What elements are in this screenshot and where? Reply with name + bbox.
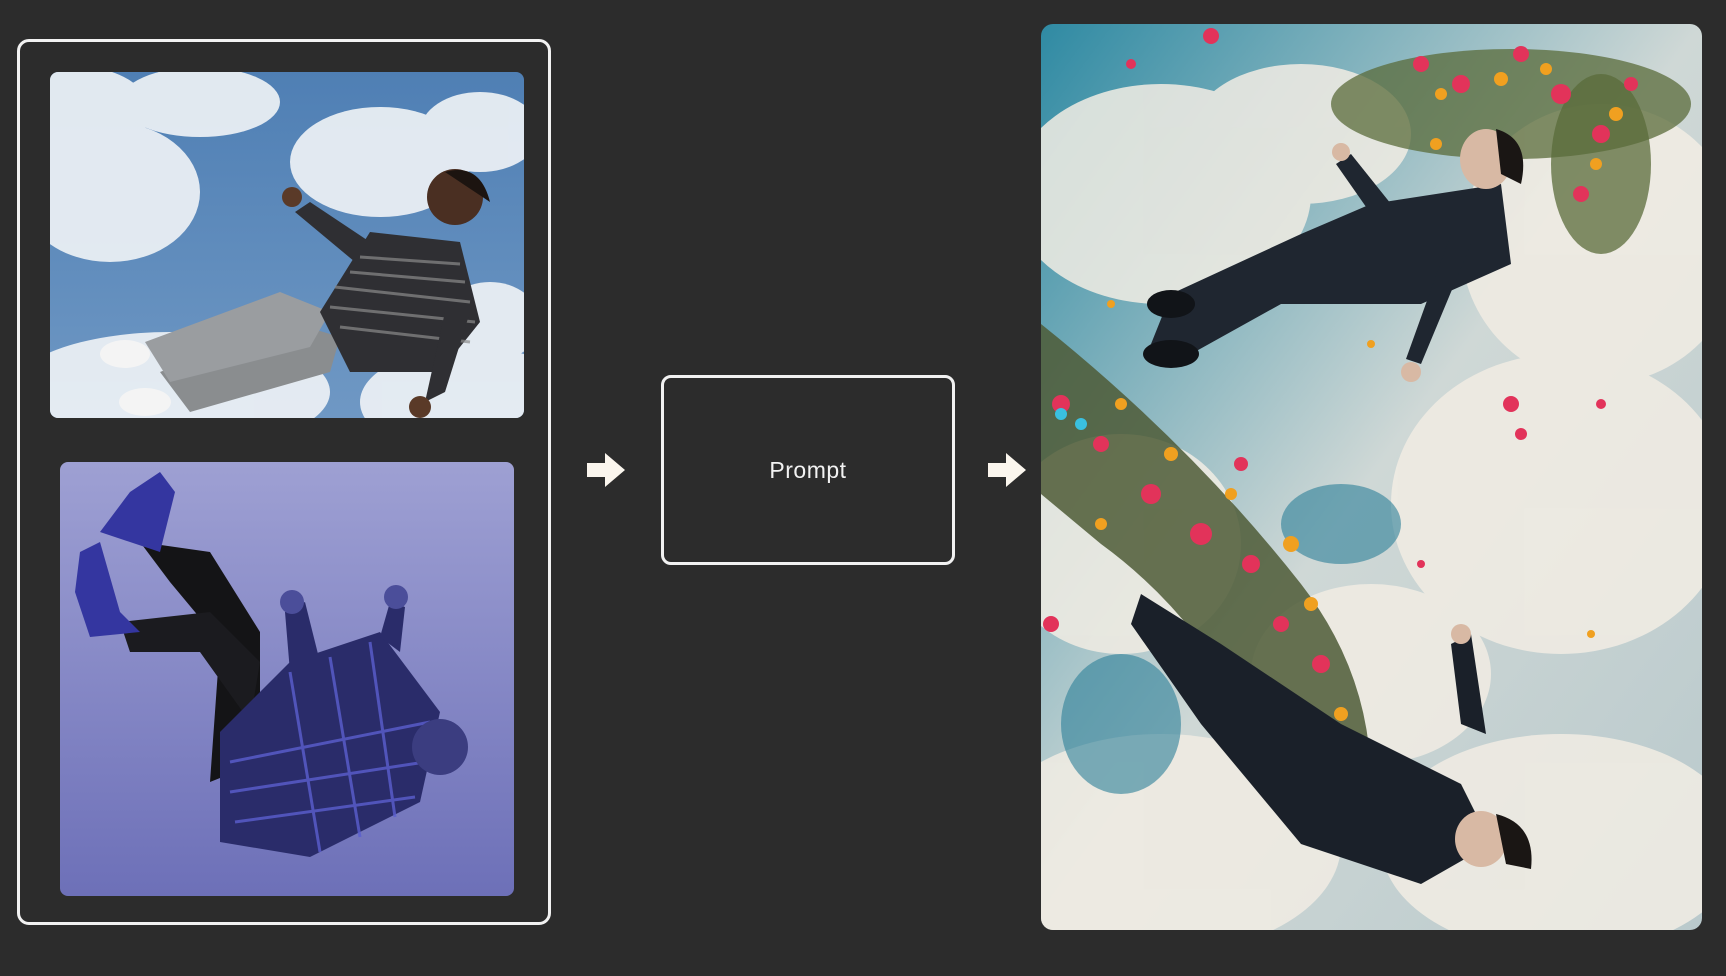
right-arrow-icon <box>585 449 627 491</box>
input-photo-sky <box>50 72 524 418</box>
prompt-box: Prompt <box>661 375 955 565</box>
right-arrow-icon <box>986 449 1028 491</box>
input-photo-lavender <box>60 462 514 896</box>
prompt-label: Prompt <box>769 456 847 483</box>
output-photo <box>1041 24 1702 930</box>
